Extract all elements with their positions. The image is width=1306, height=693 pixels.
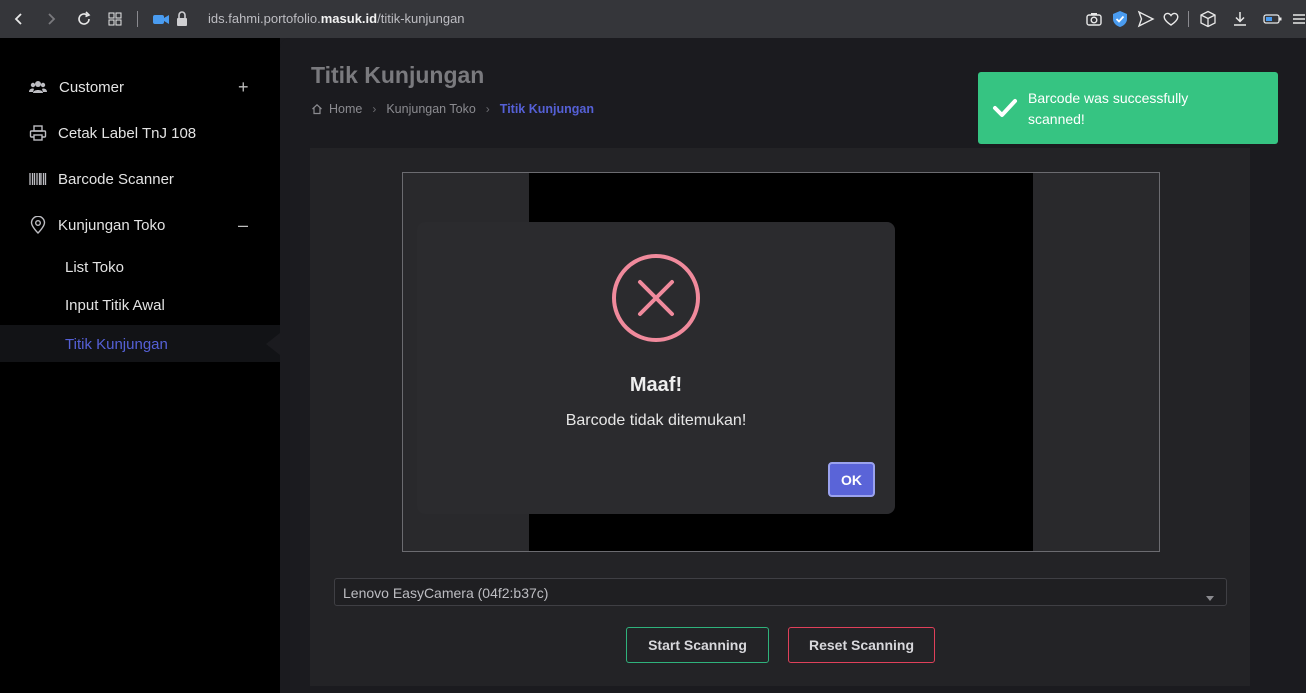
cube-icon[interactable] [1199,10,1217,28]
toast-message: Barcode was successfully scanned! [1028,90,1189,127]
barcode-icon [29,170,47,188]
url-path: /titik-kunjungan [377,11,465,26]
lock-icon[interactable] [175,10,193,28]
page-title: Titik Kunjungan [311,62,485,88]
address-bar[interactable]: ids.fahmi.portofolio.masuk.id/titik-kunj… [208,11,465,26]
sidebar-subitem-label: Titik Kunjungan [65,335,168,353]
breadcrumb: Home › Kunjungan Toko › Titik Kunjungan [311,101,594,117]
shield-icon[interactable] [1111,10,1129,28]
reset-scanning-button[interactable]: Reset Scanning [788,627,935,663]
collapse-icon[interactable]: – [238,215,248,236]
error-x-icon [611,253,701,343]
sidebar-item-label: Barcode Scanner [58,170,174,188]
sidebar: Customer + Cetak Label TnJ 108 Barcode S… [0,38,280,693]
breadcrumb-kunjungan-toko[interactable]: Kunjungan Toko [386,102,475,116]
chevron-right-icon: › [485,102,490,116]
sidebar-item-customer[interactable]: Customer + [0,67,280,107]
breadcrumb-home[interactable]: Home [329,102,362,116]
start-scanning-button[interactable]: Start Scanning [626,627,769,663]
dialog-message: Barcode tidak ditemukan! [565,412,747,429]
send-icon[interactable] [1137,10,1155,28]
printer-icon [29,124,47,142]
toolbar-divider [137,11,138,27]
sidebar-subitem-list-toko[interactable]: List Toko [0,247,280,287]
sidebar-subitem-label: List Toko [65,258,124,276]
sidebar-subitem-titik-kunjungan[interactable]: Titik Kunjungan [0,324,280,364]
chevron-right-icon: › [372,102,377,116]
sidebar-item-cetak-label[interactable]: Cetak Label TnJ 108 [0,113,280,153]
map-pin-icon [29,215,47,234]
sidebar-subitem-input-titik-awal[interactable]: Input Titik Awal [0,285,280,325]
dialog-title: Maaf! [629,374,683,396]
url-domain: masuk.id [320,11,378,26]
toolbar-divider [1188,11,1189,27]
back-icon[interactable] [9,9,29,29]
camera-active-icon[interactable] [152,10,170,28]
breadcrumb-current: Titik Kunjungan [499,102,594,116]
camera-select-value: Lenovo EasyCamera (04f2:b37c) [343,585,549,601]
sidebar-item-barcode-scanner[interactable]: Barcode Scanner [0,159,280,199]
check-icon [992,97,1018,119]
chevron-down-icon [1206,596,1214,601]
sidebar-item-label: Cetak Label TnJ 108 [58,124,197,142]
users-icon [29,78,47,96]
forward-icon[interactable] [41,9,61,29]
menu-icon[interactable] [1290,10,1306,28]
sidebar-item-label: Kunjungan Toko [58,216,166,234]
url-prefix: ids.fahmi.portofolio. [208,11,321,26]
screenshot-icon[interactable] [1085,10,1103,28]
tabs-grid-icon[interactable] [105,9,125,29]
sidebar-item-kunjungan-toko[interactable]: Kunjungan Toko – [0,205,280,245]
home-icon [311,103,323,115]
download-icon[interactable] [1231,10,1249,28]
expand-icon[interactable]: + [238,77,249,98]
reload-icon[interactable] [74,9,94,29]
heart-icon[interactable] [1162,10,1180,28]
battery-icon[interactable] [1263,10,1282,28]
sidebar-item-label: Customer [59,78,125,96]
ok-button[interactable]: OK [828,462,875,497]
sidebar-subitem-label: Input Titik Awal [65,296,165,314]
browser-toolbar: ids.fahmi.portofolio.masuk.id/titik-kunj… [0,0,1306,38]
